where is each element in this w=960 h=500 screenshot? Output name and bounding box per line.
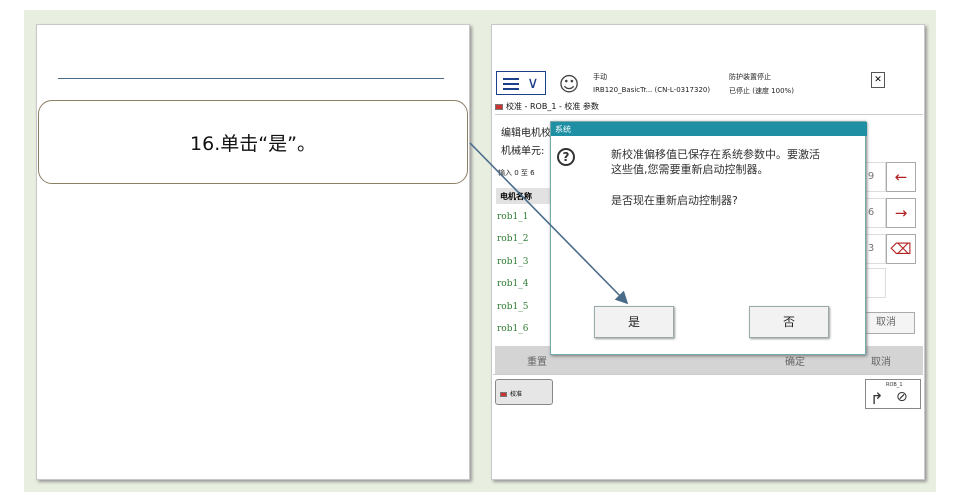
task-calibration[interactable]: 校准 xyxy=(495,379,553,405)
task-label: 校准 xyxy=(510,391,523,398)
status-text: 已停止 (速度 100%) xyxy=(729,87,794,95)
safety-text: 防护装置停止 xyxy=(729,73,771,81)
instruction-panel xyxy=(36,24,470,480)
delete-icon[interactable]: ⌫ xyxy=(886,234,916,264)
main-menu-button[interactable]: ∨ xyxy=(496,71,546,95)
ok-button[interactable]: 确定 xyxy=(785,353,805,368)
close-icon[interactable]: ✕ xyxy=(871,72,885,88)
divider xyxy=(58,78,444,79)
motor-row[interactable]: rob1_4 xyxy=(497,279,528,289)
robot-icon: ⊘ xyxy=(896,389,908,405)
forward-arrow-icon[interactable]: → xyxy=(886,198,916,228)
motor-row[interactable]: rob1_2 xyxy=(497,234,528,244)
instruction-callout: 16.单击“是”。 xyxy=(38,100,468,184)
back-arrow-icon[interactable]: ← xyxy=(886,162,916,192)
hamburger-icon xyxy=(503,78,519,90)
breadcrumb: 校准 - ROB_1 - 校准 参数 xyxy=(495,101,923,115)
axis-icon: ↱ xyxy=(870,389,884,408)
motor-row[interactable]: rob1_5 xyxy=(497,302,528,312)
column-header-motor: 电机名称 xyxy=(496,188,556,204)
yes-button[interactable]: 是 xyxy=(594,306,674,338)
motor-row[interactable]: rob1_3 xyxy=(497,257,528,267)
jog-unit-label: ROB_1 xyxy=(886,382,903,388)
dialog-question: 是否现在重新启动控制器? xyxy=(611,194,738,207)
system-dialog: 系统 ? 新校准偏移值已保存在系统参数中。要激活 这些值,您需要重新启动控制器。… xyxy=(550,121,867,355)
calibration-icon xyxy=(500,392,507,397)
motor-row[interactable]: rob1_6 xyxy=(497,324,528,334)
no-button[interactable]: 否 xyxy=(749,306,829,338)
dialog-message-line1: 新校准偏移值已保存在系统参数中。要激活 xyxy=(611,148,820,161)
dialog-title: 系统 xyxy=(551,122,867,136)
quickset-button[interactable]: ROB_1 ↱ ⊘ xyxy=(865,379,921,409)
dialog-message-line2: 这些值,您需要重新启动控制器。 xyxy=(611,163,769,176)
question-icon: ? xyxy=(557,148,575,166)
user-icon[interactable]: ☺ xyxy=(555,70,583,98)
cancel-button[interactable]: 取消 xyxy=(871,353,891,368)
calibration-icon xyxy=(495,103,503,110)
mode-text: 手动 xyxy=(593,73,607,81)
controller-text: IRB120_BasicTr... (CN-L-0317320) xyxy=(593,86,711,94)
mech-unit-label: 机械单元: xyxy=(501,146,545,157)
instruction-text: 16.单击“是”。 xyxy=(190,132,316,155)
breadcrumb-text: 校准 - ROB_1 - 校准 参数 xyxy=(506,102,599,111)
taskbar: 校准 ROB_1 ↱ ⊘ xyxy=(493,374,923,412)
reset-button[interactable]: 重置 xyxy=(527,353,547,368)
input-range-hint: 输入 0 至 6 xyxy=(498,169,535,177)
edit-title: 编辑电机校 xyxy=(501,128,551,139)
motor-row[interactable]: rob1_1 xyxy=(497,212,528,222)
chevron-down-icon: ∨ xyxy=(527,73,539,92)
